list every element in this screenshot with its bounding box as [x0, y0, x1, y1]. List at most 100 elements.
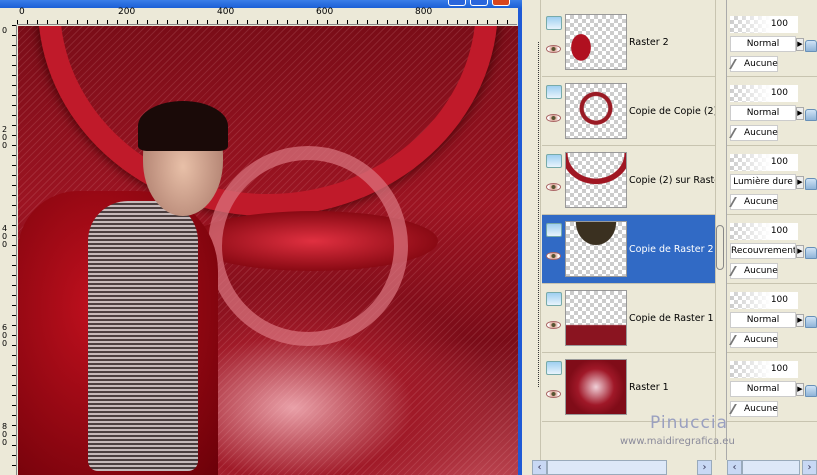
scroll-left-button[interactable]: ‹ — [532, 460, 547, 475]
props-hscrollbar[interactable] — [742, 460, 800, 475]
brush-icon — [729, 197, 745, 207]
layer-name[interactable]: Copie de Raster 1 — [629, 313, 715, 324]
lock-icon[interactable] — [805, 109, 817, 121]
lock-icon[interactable] — [805, 40, 817, 52]
blend-mode-select[interactable]: Recouvrement — [730, 243, 796, 259]
blend-dropdown-arrow-icon[interactable]: ▶ — [796, 314, 804, 327]
mask-button[interactable]: Aucune — [729, 56, 778, 72]
layer-name[interactable]: Copie de Raster 2 — [629, 244, 715, 255]
mask-label: Aucune — [744, 266, 778, 276]
opacity-slider[interactable]: 100 — [730, 361, 798, 378]
mask-button[interactable]: Aucune — [729, 125, 778, 141]
visibility-eye-icon[interactable] — [546, 114, 561, 122]
props-scroll-right-button[interactable]: › — [802, 460, 817, 475]
opacity-slider[interactable]: 100 — [730, 223, 798, 240]
layer-name[interactable]: Copie (2) sur Raster 1 — [629, 175, 715, 186]
lock-icon[interactable] — [805, 247, 817, 259]
layer-properties: 100 Lumière dure ▶ Aucune — [727, 146, 817, 215]
layer-type-icon[interactable] — [546, 85, 562, 99]
woman-figure — [18, 101, 228, 475]
blend-mode-select[interactable]: Lumière dure — [730, 174, 796, 190]
image-canvas[interactable] — [18, 26, 518, 475]
blend-mode-select[interactable]: Normal — [730, 36, 796, 52]
ruler-label: 400 — [217, 7, 235, 17]
opacity-slider[interactable]: 100 — [730, 85, 798, 102]
ruler-label: 400 — [2, 224, 8, 249]
mask-button[interactable]: Aucune — [729, 401, 778, 417]
watermark-url: www.maidiregrafica.eu — [620, 436, 735, 447]
layer-type-icon[interactable] — [546, 223, 562, 237]
blend-dropdown-arrow-icon[interactable]: ▶ — [796, 107, 804, 120]
layer-type-icon[interactable] — [546, 361, 562, 375]
lock-icon[interactable] — [805, 178, 817, 190]
mask-label: Aucune — [744, 197, 778, 207]
layer-type-icon[interactable] — [546, 16, 562, 30]
layer-properties: 100 Recouvrement ▶ Aucune — [727, 215, 817, 284]
visibility-eye-icon[interactable] — [546, 45, 561, 53]
blend-mode-select[interactable]: Normal — [730, 312, 796, 328]
visibility-eye-icon[interactable] — [546, 390, 561, 398]
blend-mode-select[interactable]: Normal — [730, 381, 796, 397]
visibility-eye-icon[interactable] — [546, 252, 561, 260]
brush-icon — [729, 266, 745, 276]
blend-dropdown-arrow-icon[interactable]: ▶ — [796, 38, 804, 51]
ruler-label: 600 — [2, 323, 8, 348]
visibility-eye-icon[interactable] — [546, 321, 561, 329]
layer-thumbnail — [565, 152, 627, 208]
mask-button[interactable]: Aucune — [729, 263, 778, 279]
layer-properties: 100 Normal ▶ Aucune — [727, 77, 817, 146]
props-scroll-left-button[interactable]: ‹ — [727, 460, 742, 475]
layer-thumbnail — [565, 221, 627, 277]
ruler-label: 0 — [19, 7, 25, 17]
maximize-button[interactable] — [470, 0, 488, 6]
layers-hscrollbar[interactable] — [547, 460, 667, 475]
lock-icon[interactable] — [805, 316, 817, 328]
mask-label: Aucune — [744, 59, 778, 69]
mask-button[interactable]: Aucune — [729, 194, 778, 210]
mask-label: Aucune — [744, 128, 778, 138]
mask-button[interactable]: Aucune — [729, 332, 778, 348]
layer-row[interactable]: Raster 1 — [542, 353, 715, 422]
brush-icon — [729, 59, 745, 69]
ruler-label: 0 — [2, 26, 8, 35]
ruler-label: 600 — [316, 7, 334, 17]
layer-thumbnail — [565, 83, 627, 139]
blend-mode-select[interactable]: Normal — [730, 105, 796, 121]
layer-type-icon[interactable] — [546, 292, 562, 306]
brush-icon — [729, 335, 745, 345]
layer-properties: 100 Normal ▶ Aucune — [727, 284, 817, 353]
minimize-button[interactable] — [448, 0, 466, 6]
hair — [138, 101, 228, 151]
layer-row[interactable]: Copie de Copie (2) sur Raster 1 — [542, 77, 715, 146]
layer-row[interactable]: Copie de Raster 1 — [542, 284, 715, 353]
layer-name[interactable]: Copie de Copie (2) sur Raster 1 — [629, 106, 715, 117]
blend-dropdown-arrow-icon[interactable]: ▶ — [796, 176, 804, 189]
scroll-right-button[interactable]: › — [697, 460, 712, 475]
blend-dropdown-arrow-icon[interactable]: ▶ — [796, 245, 804, 258]
layer-row[interactable]: Raster 2 — [542, 8, 715, 77]
layer-properties: 100 Normal ▶ Aucune — [727, 8, 817, 77]
ruler-label: 200 — [118, 7, 136, 17]
layers-palette: Raster 2 Copie de Copie (2) sur Raster 1… — [527, 0, 817, 475]
layer-properties: 100 Normal ▶ Aucune — [727, 353, 817, 422]
blend-dropdown-arrow-icon[interactable]: ▶ — [796, 383, 804, 396]
ruler-label: 800 — [2, 422, 8, 447]
layer-row[interactable]: Copie (2) sur Raster 1 — [542, 146, 715, 215]
layer-name[interactable]: Raster 1 — [629, 382, 715, 393]
opacity-slider[interactable]: 100 — [730, 292, 798, 309]
lock-icon[interactable] — [805, 385, 817, 397]
ruler-label: 200 — [2, 125, 8, 150]
splitter-grip[interactable] — [716, 225, 724, 270]
opacity-slider[interactable]: 100 — [730, 154, 798, 171]
layer-thumbnail — [565, 14, 627, 70]
layer-type-icon[interactable] — [546, 154, 562, 168]
window-titlebar — [0, 0, 522, 8]
layer-row[interactable]: Copie de Raster 2 — [542, 215, 715, 284]
close-button[interactable] — [492, 0, 510, 6]
opacity-slider[interactable]: 100 — [730, 16, 798, 33]
layer-name[interactable]: Raster 2 — [629, 37, 715, 48]
layer-thumbnail — [565, 290, 627, 346]
mask-label: Aucune — [744, 404, 778, 414]
visibility-eye-icon[interactable] — [546, 183, 561, 191]
ruler-label: 800 — [415, 7, 433, 17]
